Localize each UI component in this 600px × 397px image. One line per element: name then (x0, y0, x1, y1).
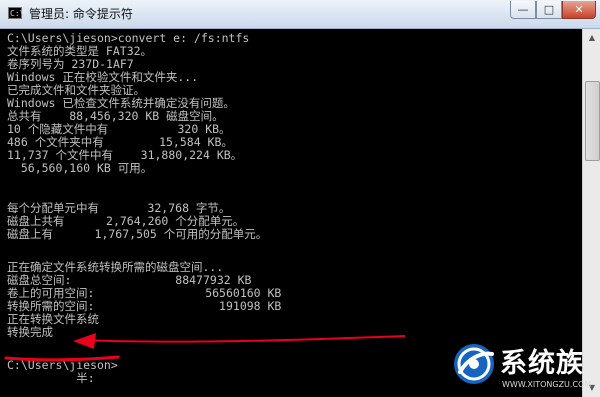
console-line: 半: (7, 371, 95, 385)
window-title: 管理员: 命令提示符 (29, 7, 133, 21)
console-line: 56,560,160 KB 可用。 (7, 161, 153, 175)
cmd-icon[interactable]: C:\ (8, 7, 24, 19)
xitongzu-logo-icon (454, 344, 494, 384)
cmd-window: C:\ 管理员: 命令提示符 — □ ✕ C:\Users\jieson>con… (0, 0, 600, 397)
scroll-thumb[interactable] (585, 81, 600, 161)
minimize-button[interactable]: — (510, 1, 536, 19)
console-line: 转换完成 (7, 325, 53, 339)
scroll-up-arrow-icon[interactable]: ▲ (583, 29, 600, 47)
title-bar[interactable]: C:\ 管理员: 命令提示符 — □ ✕ (0, 0, 600, 29)
watermark-url: WWW.XITONGZU.COM (502, 380, 592, 389)
watermark: 系统族 WWW.XITONGZU.COM (452, 334, 600, 397)
maximize-button[interactable]: □ (536, 1, 562, 19)
close-button[interactable]: ✕ (562, 1, 596, 19)
console-line: 磁盘上有 1,767,505 个可用的分配单元。 (7, 227, 268, 241)
watermark-name: 系统族 (500, 348, 584, 379)
